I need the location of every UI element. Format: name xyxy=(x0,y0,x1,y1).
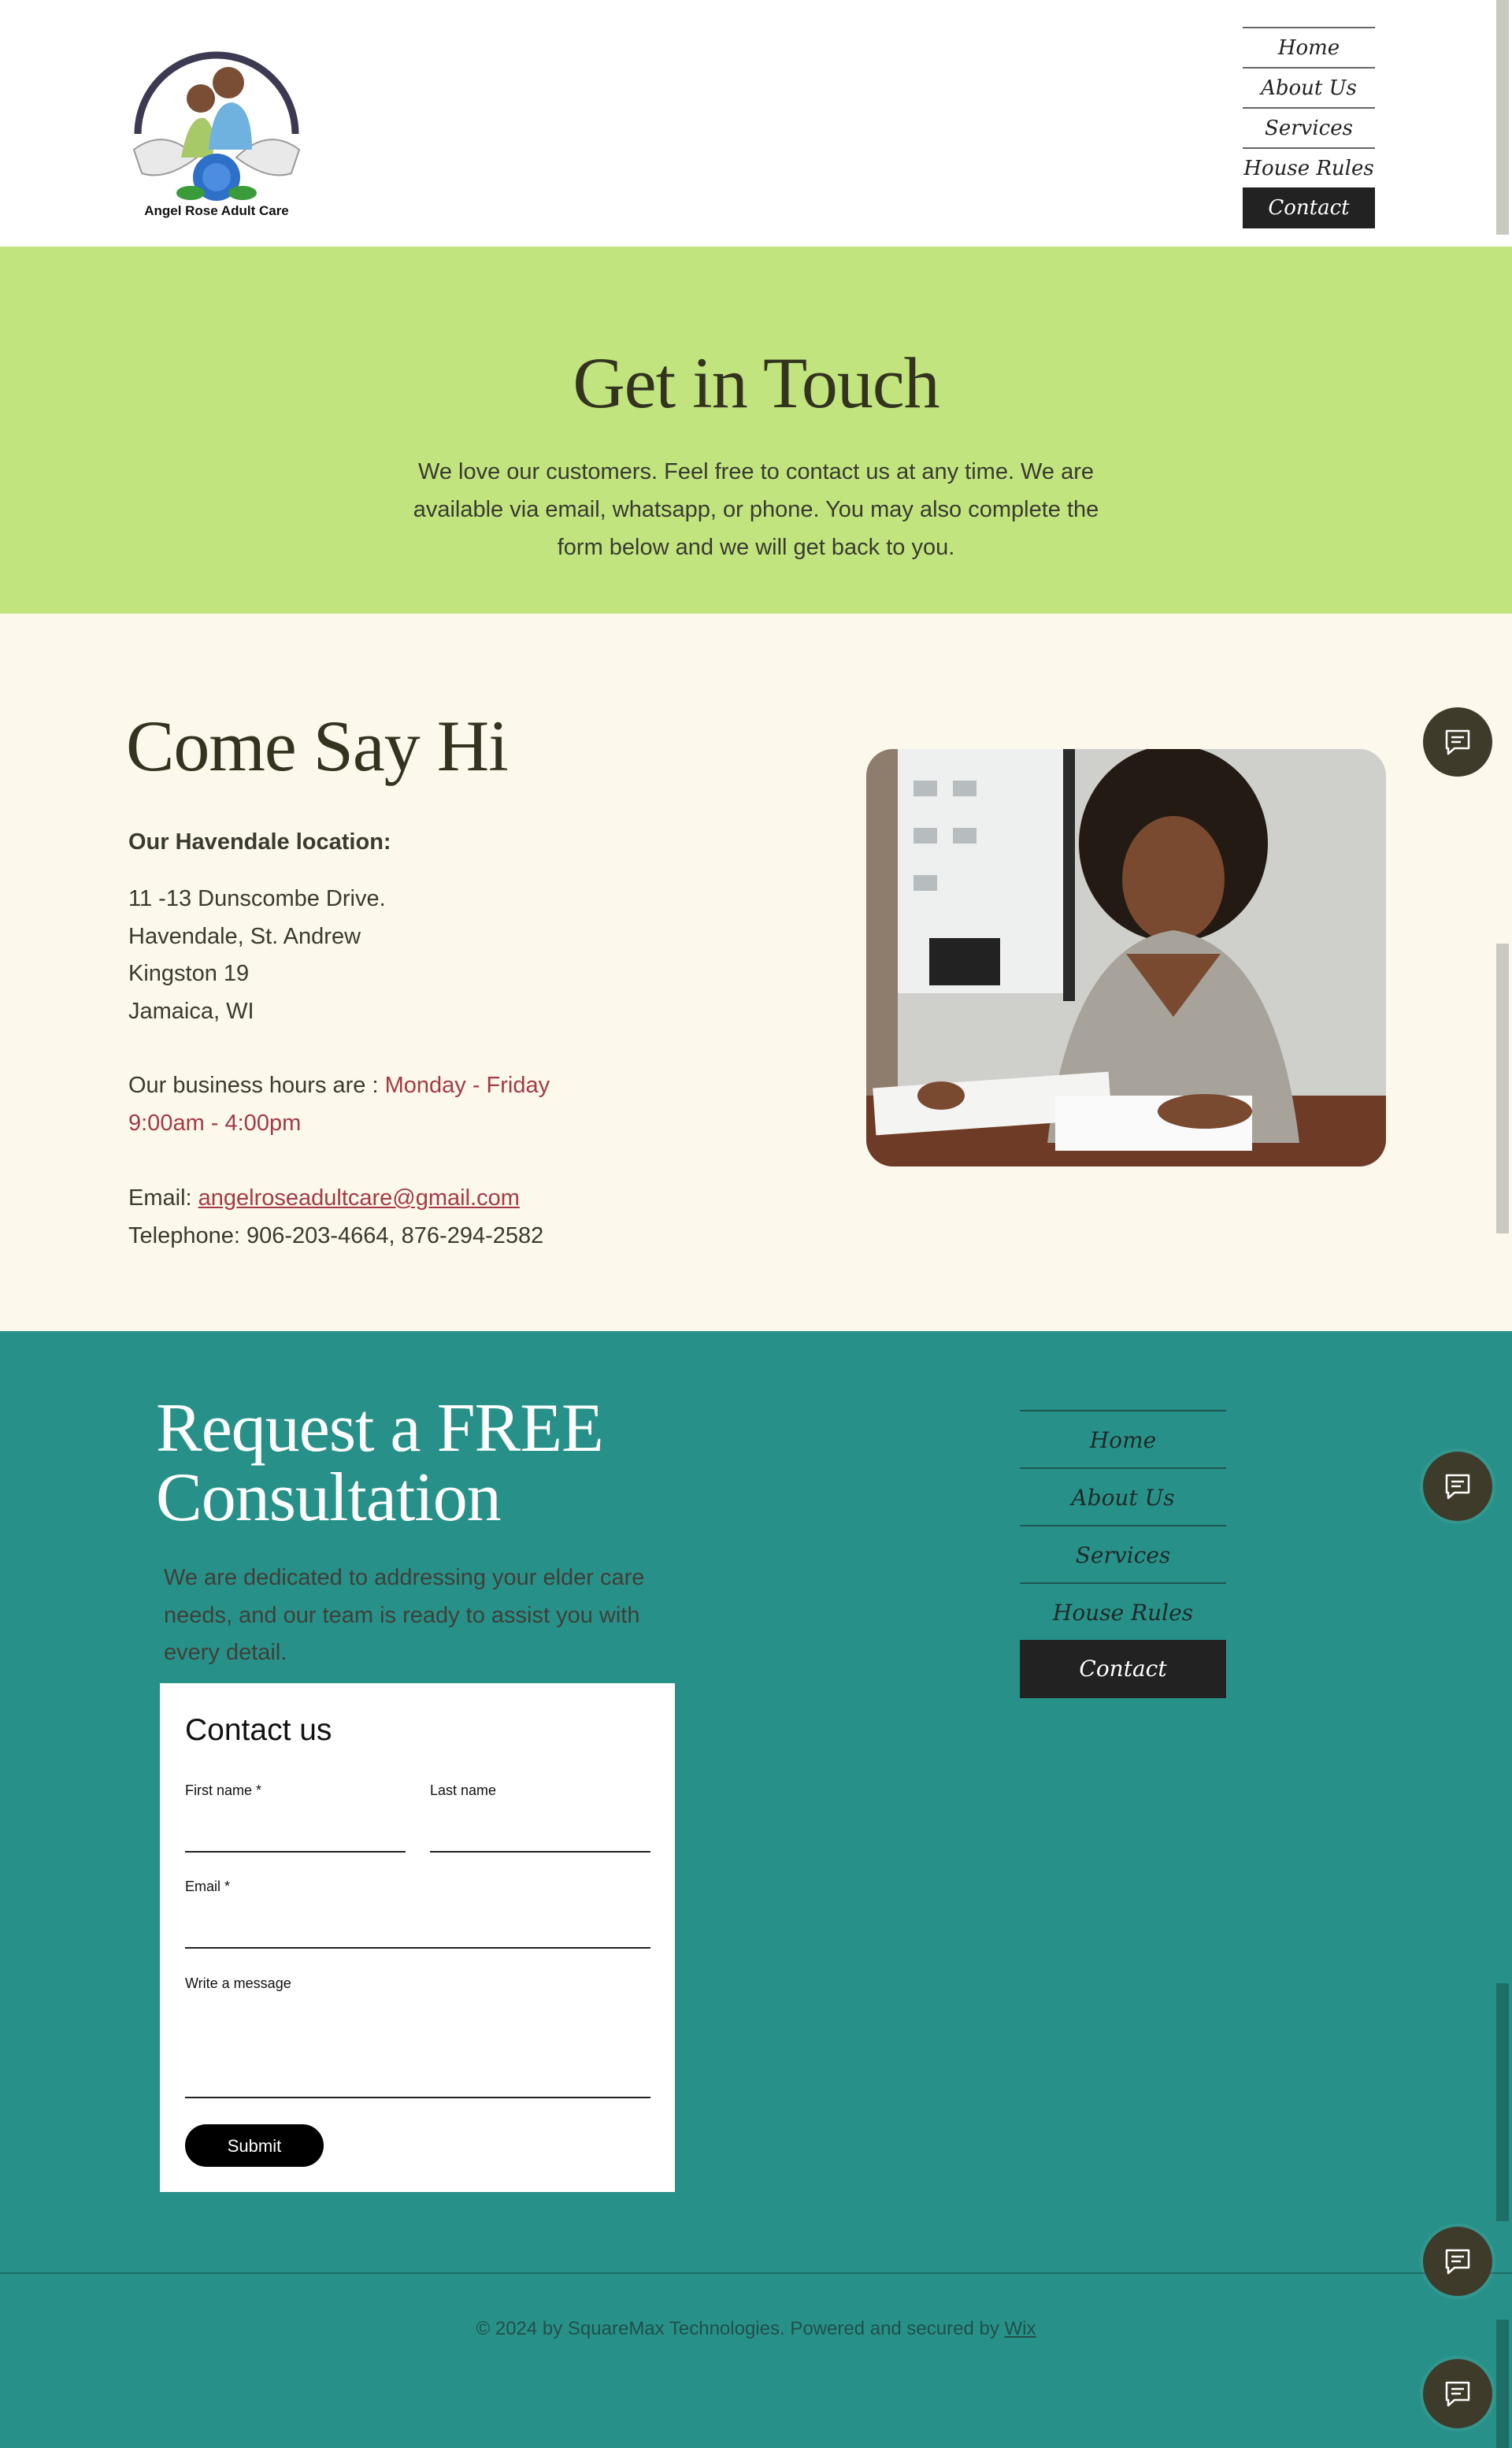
nav-home[interactable]: Home xyxy=(1243,27,1375,65)
location-heading: Our Havendale location: xyxy=(128,829,391,855)
contact-form: Contact us First name * Last name Email … xyxy=(160,1683,675,2192)
chat-icon xyxy=(1445,2249,1470,2275)
footer-nav-services[interactable]: Services xyxy=(1020,1525,1226,1581)
email-field[interactable] xyxy=(185,1947,650,1949)
consultation-title: Request a FREE Consultation xyxy=(156,1394,707,1533)
chat-button[interactable] xyxy=(1423,1452,1492,1521)
email-link[interactable]: angelroseadultcare@gmail.com xyxy=(198,1185,520,1211)
message-field[interactable] xyxy=(185,2097,650,2098)
hours-time: 9:00am - 4:00pm xyxy=(128,1110,302,1136)
footer-nav: Home About Us Services House Rules Conta… xyxy=(1020,1410,1226,1700)
businesswoman-photo xyxy=(866,749,1386,1167)
address-line: Kingston 19 xyxy=(128,961,250,986)
telephone: Telephone: 906-203-4664, 876-294-2582 xyxy=(128,1222,544,1248)
header-nav: Home About Us Services House Rules Conta… xyxy=(1243,27,1375,230)
consultation-intro: We are dedicated to addressing your elde… xyxy=(164,1565,645,1665)
footer-nav-home[interactable]: Home xyxy=(1020,1410,1226,1466)
consultation-section: Request a FREE Consultation We are dedic… xyxy=(0,1331,1512,2448)
consultation-title-line2: Consultation xyxy=(156,1460,502,1536)
scrollbar-thumb[interactable] xyxy=(1496,0,1509,235)
chat-icon xyxy=(1445,729,1470,755)
wix-link[interactable]: Wix xyxy=(1005,2318,1036,2339)
chat-icon xyxy=(1445,2381,1470,2407)
submit-button[interactable]: Submit xyxy=(185,2124,324,2167)
form-title: Contact us xyxy=(185,1713,332,1747)
email-label: Email: xyxy=(128,1185,198,1211)
scrollbar-thumb[interactable] xyxy=(1496,1983,1509,2221)
nav-house-rules[interactable]: House Rules xyxy=(1243,147,1375,186)
nav-services[interactable]: Services xyxy=(1243,107,1375,146)
contact-details: Email: angelroseadultcare@gmail.com Tele… xyxy=(128,1180,543,1255)
page-title: Get in Touch xyxy=(573,343,939,423)
business-hours: Our business hours are : Monday - Friday… xyxy=(128,1067,617,1142)
hero-section: Get in Touch We love our customers. Feel… xyxy=(0,247,1512,614)
footer-nav-about-us[interactable]: About Us xyxy=(1020,1467,1226,1523)
last-name-label: Last name xyxy=(430,1782,497,1798)
footer-divider xyxy=(0,2272,1512,2274)
hero-text: We love our customers. Feel free to cont… xyxy=(413,459,1099,560)
email-field-label: Email * xyxy=(185,1879,231,1894)
first-name-field[interactable] xyxy=(185,1851,406,1853)
address-line: Jamaica, WI xyxy=(128,998,254,1024)
chat-button[interactable] xyxy=(1423,2359,1492,2428)
hours-prefix: Our business hours are : xyxy=(128,1073,385,1098)
consultation-title-line1: Request a FREE xyxy=(156,1390,604,1467)
logo-image[interactable] xyxy=(118,39,315,228)
last-name-field[interactable] xyxy=(430,1851,650,1853)
address-line: 11 -13 Dunscombe Drive. xyxy=(128,886,386,911)
chat-icon xyxy=(1445,1474,1470,1500)
copyright-text: © 2024 by SquareMax Technologies. Powere… xyxy=(476,2318,1005,2339)
chat-button[interactable] xyxy=(1423,2227,1492,2296)
section-title: Come Say Hi xyxy=(126,706,509,786)
nav-contact[interactable]: Contact xyxy=(1243,187,1375,228)
copyright: © 2024 by SquareMax Technologies. Powere… xyxy=(0,2318,1512,2340)
logo-text: Angel Rose Adult Care xyxy=(144,203,289,218)
scrollbar-thumb[interactable] xyxy=(1496,944,1509,1233)
chat-button[interactable] xyxy=(1423,707,1492,777)
first-name-label: First name * xyxy=(185,1782,262,1798)
address-block: 11 -13 Dunscombe Drive. Havendale, St. A… xyxy=(128,881,386,1030)
footer-nav-contact[interactable]: Contact xyxy=(1020,1640,1226,1698)
footer-nav-house-rules[interactable]: House Rules xyxy=(1020,1582,1226,1638)
hours-days: Monday - Friday xyxy=(384,1073,550,1098)
address-line: Havendale, St. Andrew xyxy=(128,923,361,949)
nav-about-us[interactable]: About Us xyxy=(1243,67,1375,106)
scrollbar-thumb[interactable] xyxy=(1496,2320,1509,2448)
message-label: Write a message xyxy=(185,1975,291,1991)
